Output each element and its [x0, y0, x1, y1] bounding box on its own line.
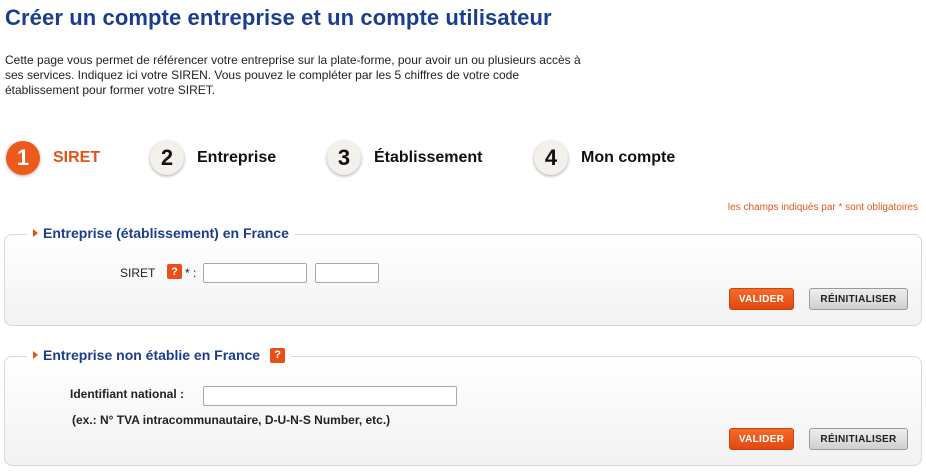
help-icon[interactable]: ?	[167, 264, 182, 279]
validate-button[interactable]: VALIDER	[729, 428, 794, 450]
step-number-badge: 2	[150, 141, 184, 175]
siren-input[interactable]	[203, 263, 307, 283]
step-etablissement: 3 Établissement	[327, 138, 482, 178]
required-fields-note: les champs indiqués par * sont obligatoi…	[727, 202, 918, 213]
step-number-badge: 1	[6, 141, 40, 175]
national-id-example: (ex.: N° TVA intracommunautaire, D-U-N-S…	[72, 413, 391, 427]
step-mon-compte: 4 Mon compte	[534, 138, 675, 178]
section-legend: Entreprise (établissement) en France	[27, 225, 295, 241]
reset-button[interactable]: RÉINITIALISER	[809, 288, 908, 310]
establishment-code-input[interactable]	[315, 263, 379, 283]
intro-text: Cette page vous permet de référencer vot…	[5, 53, 581, 97]
section-legend-text: Entreprise (établissement) en France	[43, 225, 289, 241]
national-id-input[interactable]	[203, 386, 457, 406]
siret-label: SIRET	[120, 266, 156, 280]
step-label: Mon compte	[581, 149, 676, 166]
section-legend: Entreprise non établie en France ?	[27, 347, 292, 363]
step-entreprise: 2 Entreprise	[150, 138, 276, 178]
arrow-right-icon	[33, 229, 38, 237]
progress-steps: 1 SIRET 2 Entreprise 3 Établissement 4 M…	[0, 138, 926, 182]
step-label: Entreprise	[197, 149, 277, 166]
france-company-section: Entreprise (établissement) en France SIR…	[4, 225, 922, 326]
page-title: Créer un compte entreprise et un compte …	[5, 5, 552, 30]
foreign-company-section: Entreprise non établie en France ? Ident…	[4, 347, 922, 466]
validate-button[interactable]: VALIDER	[729, 288, 794, 310]
step-label: Établissement	[374, 149, 483, 166]
reset-button[interactable]: RÉINITIALISER	[809, 428, 908, 450]
arrow-right-icon	[33, 351, 38, 359]
national-id-label: Identifiant national :	[70, 387, 184, 401]
required-marker: * :	[185, 266, 197, 280]
step-siret: 1 SIRET	[6, 138, 100, 178]
step-number-badge: 4	[534, 141, 568, 175]
section-legend-text: Entreprise non établie en France	[43, 347, 261, 363]
step-label: SIRET	[53, 149, 101, 166]
help-icon[interactable]: ?	[270, 347, 286, 363]
step-number-badge: 3	[327, 141, 361, 175]
